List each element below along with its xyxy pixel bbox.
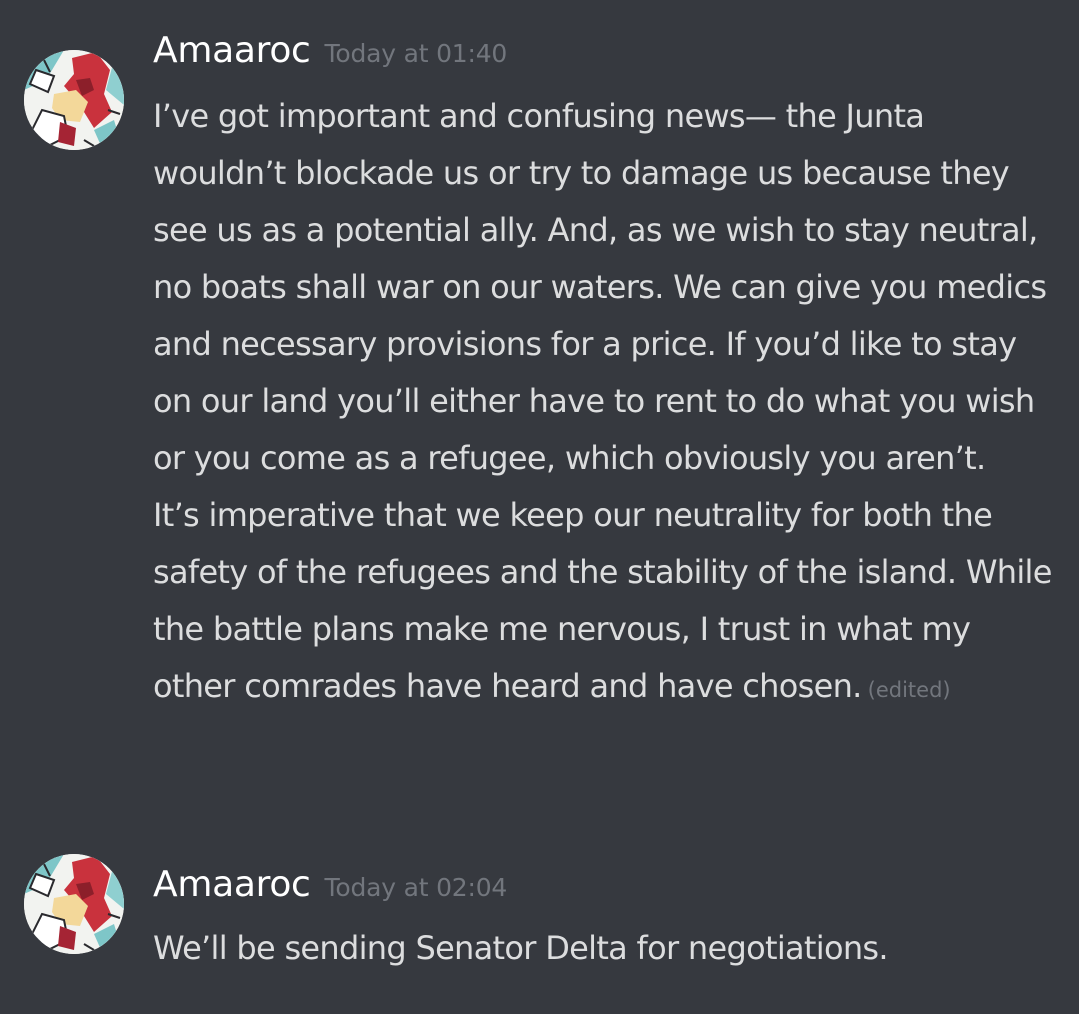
message-paragraph: It’s imperative that we keep our neutral…: [153, 496, 1052, 705]
message-header: Amaaroc Today at 02:04: [153, 864, 507, 905]
message-paragraph: I’ve got important and confusing news— t…: [153, 97, 1047, 477]
message-paragraph-with-edit: It’s imperative that we keep our neutral…: [153, 487, 1053, 719]
avatar-art-icon: [24, 50, 124, 150]
message-content: I’ve got important and confusing news— t…: [153, 88, 1053, 719]
message-header: Amaaroc Today at 01:40: [153, 30, 507, 71]
timestamp[interactable]: Today at 02:04: [325, 873, 508, 902]
timestamp[interactable]: Today at 01:40: [325, 39, 508, 68]
avatar-art-icon: [24, 854, 124, 954]
username[interactable]: Amaaroc: [153, 864, 311, 905]
chat-messages: Amaaroc Today at 01:40 I’ve got important…: [0, 0, 1079, 1014]
message-content: We’ll be sending Senator Delta for negot…: [153, 920, 1053, 977]
edited-label: (edited): [867, 678, 951, 702]
message-paragraph: We’ll be sending Senator Delta for negot…: [153, 929, 889, 967]
user-avatar[interactable]: [24, 50, 124, 150]
user-avatar[interactable]: [24, 854, 124, 954]
username[interactable]: Amaaroc: [153, 30, 311, 71]
